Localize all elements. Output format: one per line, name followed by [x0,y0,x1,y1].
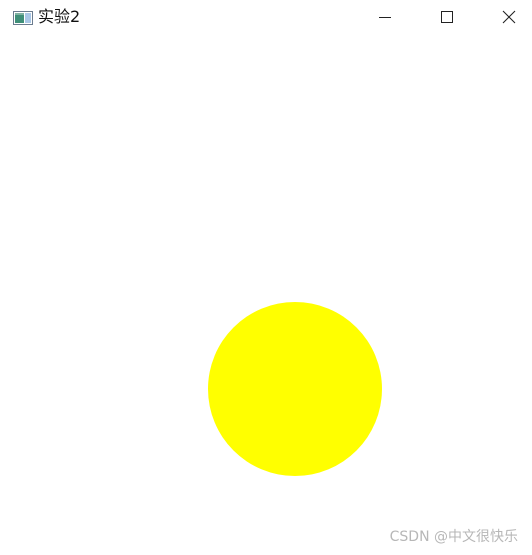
minimize-icon [378,10,392,24]
maximize-icon [440,10,454,24]
window-title: 实验2 [38,7,81,26]
close-button[interactable] [486,0,532,34]
minimize-button[interactable] [362,0,408,34]
watermark-text: CSDN @中文很快乐 [389,529,518,545]
yellow-circle [208,302,382,476]
window-app-icon[interactable] [13,10,33,25]
app-window: 实验2 CSDN @中文很快乐 [0,0,532,555]
drawing-canvas [0,36,532,555]
maximize-button[interactable] [424,0,470,34]
close-icon [501,9,517,25]
title-bar[interactable]: 实验2 [0,0,532,36]
